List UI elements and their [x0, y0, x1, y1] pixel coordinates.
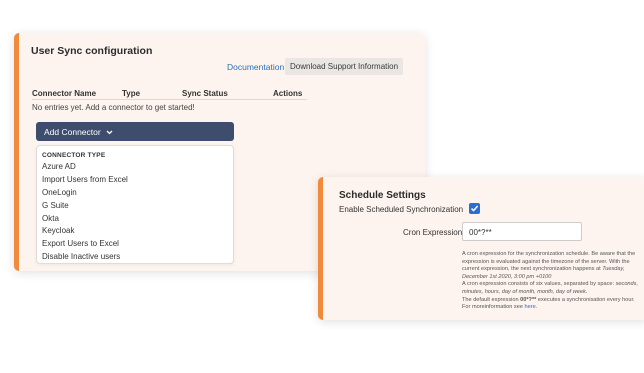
column-header-actions: Actions [273, 89, 303, 98]
schedule-settings-panel: Schedule Settings Enable Scheduled Synch… [318, 177, 644, 320]
default-expression: 00*?** [520, 296, 537, 303]
empty-state-message: No entries yet. Add a connector to get s… [32, 103, 195, 112]
enable-scheduled-sync-checkbox[interactable] [469, 203, 480, 214]
table-divider [32, 99, 307, 100]
cron-expression-label: Cron Expression [403, 228, 463, 237]
menu-item-disable-inactive-users[interactable]: Disable Inactive users [42, 252, 120, 261]
column-header-connector-name: Connector Name [32, 89, 97, 98]
menu-item-azure-ad[interactable]: Azure AD [42, 162, 76, 171]
page-title: User Sync configuration [31, 45, 153, 57]
menu-item-g-suite[interactable]: G Suite [42, 201, 69, 210]
cron-help-text: A cron expression for the synchronizatio… [462, 251, 638, 311]
schedule-settings-title: Schedule Settings [339, 190, 426, 201]
documentation-link[interactable]: Documentation [227, 62, 284, 72]
menu-item-onelogin[interactable]: OneLogin [42, 188, 77, 197]
download-support-button[interactable]: Download Support Information [285, 58, 404, 75]
menu-item-export-users-excel[interactable]: Export Users to Excel [42, 239, 119, 248]
connector-type-menu: CONNECTOR TYPE Azure AD Import Users fro… [36, 145, 234, 264]
column-header-type: Type [122, 89, 141, 98]
chevron-down-icon [106, 127, 113, 137]
help-paragraph-3: The default expression [462, 296, 519, 303]
add-connector-button[interactable]: Add Connector [36, 122, 234, 141]
add-connector-label: Add Connector [44, 126, 101, 137]
cron-expression-input[interactable]: 00*?** [462, 222, 582, 241]
checkmark-icon [470, 205, 479, 212]
menu-header: CONNECTOR TYPE [42, 152, 106, 159]
menu-item-keycloak[interactable]: Keycloak [42, 226, 74, 235]
menu-item-okta[interactable]: Okta [42, 214, 59, 223]
help-paragraph-2: A cron expression consists of six values… [462, 281, 615, 288]
menu-item-import-users-excel[interactable]: Import Users from Excel [42, 175, 128, 184]
help-here-link[interactable]: here [525, 304, 536, 310]
column-header-sync-status: Sync Status [182, 89, 228, 98]
enable-scheduled-sync-label: Enable Scheduled Synchronization [339, 205, 464, 214]
